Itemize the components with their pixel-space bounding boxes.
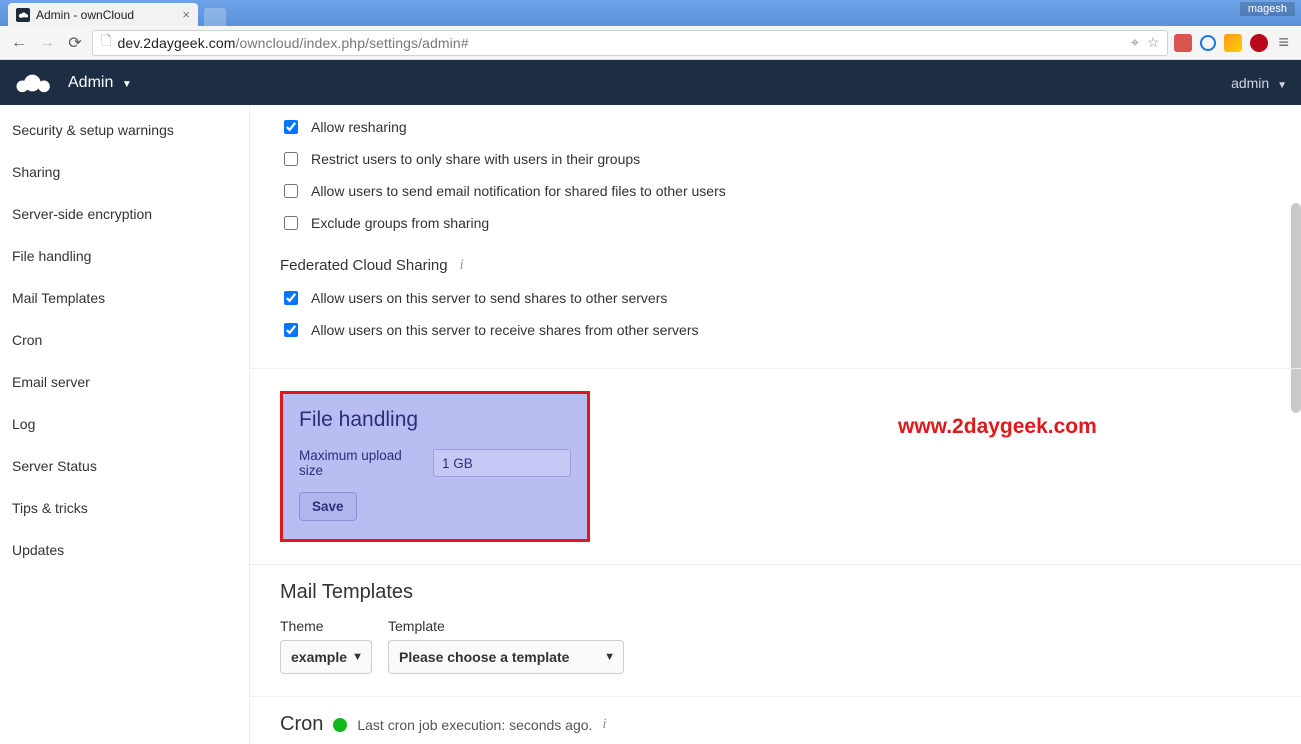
chevron-down-icon: ▼ [1277,80,1287,91]
chevron-down-icon: ▼ [352,651,363,663]
sidebar-item[interactable]: Server Status [0,445,249,487]
sidebar-item[interactable]: Log [0,403,249,445]
app-menu-button[interactable]: Admin ▼ [68,74,132,92]
checkbox-label: Restrict users to only share with users … [311,151,640,167]
user-name: admin [1231,75,1269,91]
forward-button[interactable]: → [36,32,58,54]
checkbox-row[interactable]: Restrict users to only share with users … [280,143,1271,175]
settings-sidebar: Security & setup warningsSharingServer-s… [0,105,250,744]
extension-icon-2[interactable] [1200,35,1216,51]
new-tab-button[interactable] [204,8,226,26]
checkbox-row[interactable]: Allow users on this server to send share… [280,282,1271,314]
tab-close-icon[interactable]: × [182,7,190,22]
status-dot-icon [333,718,347,732]
checkbox-label: Allow users on this server to send share… [311,290,667,306]
url-text: dev.2daygeek.com/owncloud/index.php/sett… [117,35,468,51]
theme-select[interactable]: example ▼ [280,640,372,674]
owncloud-header: Admin ▼ admin ▼ [0,60,1301,105]
extension-icon-3[interactable] [1224,34,1242,52]
back-button[interactable]: ← [8,32,30,54]
save-button[interactable]: Save [299,492,357,521]
checkbox-label: Exclude groups from sharing [311,215,489,231]
checkbox-row[interactable]: Allow users to send email notification f… [280,175,1271,207]
sidebar-item[interactable]: File handling [0,235,249,277]
checkbox[interactable] [284,323,298,337]
info-icon[interactable]: i [602,716,606,733]
max-upload-label: Maximum upload size [299,448,427,478]
user-menu-button[interactable]: admin ▼ [1231,75,1287,91]
sidebar-item[interactable]: Email server [0,361,249,403]
mail-templates-section: Mail Templates Theme example ▼ Template … [250,565,1301,697]
sidebar-item[interactable]: Updates [0,529,249,571]
checkbox-row[interactable]: Allow resharing [280,111,1271,143]
profile-badge[interactable]: magesh [1240,2,1295,16]
page-icon: 🗋 [101,32,111,54]
sidebar-item[interactable]: Tips & tricks [0,487,249,529]
owncloud-logo-icon[interactable] [14,72,54,94]
sidebar-item[interactable]: Mail Templates [0,277,249,319]
sidebar-item[interactable]: Security & setup warnings [0,109,249,151]
mail-templates-title: Mail Templates [280,581,1271,604]
checkbox[interactable] [284,184,298,198]
file-handling-section: File handling Maximum upload size Save w… [250,369,1301,565]
cron-status-text: Last cron job execution: seconds ago. [357,717,592,733]
extension-icons [1174,34,1268,52]
chevron-down-icon: ▼ [604,651,615,663]
checkbox[interactable] [284,120,298,134]
sidebar-item[interactable]: Cron [0,319,249,361]
theme-label: Theme [280,618,372,634]
checkbox-label: Allow users on this server to receive sh… [311,322,698,338]
sidebar-item[interactable]: Server-side encryption [0,193,249,235]
site-info-icon[interactable]: ⌖ [1131,34,1139,51]
tab-title: Admin - ownCloud [36,8,134,22]
checkbox[interactable] [284,216,298,230]
checkbox-row[interactable]: Exclude groups from sharing [280,207,1271,239]
info-icon[interactable]: i [460,257,464,274]
template-select[interactable]: Please choose a template ▼ [388,640,624,674]
extension-icon-1[interactable] [1174,34,1192,52]
settings-content: Allow resharing Restrict users to only sh… [250,105,1301,744]
extension-icon-pinterest[interactable] [1250,34,1268,52]
chevron-down-icon: ▼ [122,79,132,90]
checkbox-label: Allow resharing [311,119,407,135]
reload-button[interactable]: ⟳ [64,32,86,54]
theme-select-value: example [291,649,347,665]
sidebar-item[interactable]: Sharing [0,151,249,193]
file-handling-title: File handling [299,408,571,432]
bookmark-star-icon[interactable]: ☆ [1147,34,1160,51]
federated-sharing-heading: Federated Cloud Sharing i [280,257,1271,274]
checkbox-label: Allow users to send email notification f… [311,183,726,199]
checkbox-row[interactable]: Allow users on this server to receive sh… [280,314,1271,346]
watermark-text: www.2daygeek.com [898,415,1097,439]
cron-section: Cron Last cron job execution: seconds ag… [250,697,1301,744]
browser-tab-strip: Admin - ownCloud × magesh [0,0,1301,26]
app-title: Admin [68,74,113,91]
template-select-value: Please choose a template [399,649,569,665]
cron-title: Cron [280,713,323,736]
checkbox[interactable] [284,152,298,166]
max-upload-input[interactable] [433,449,571,477]
browser-tab-active[interactable]: Admin - ownCloud × [8,3,198,26]
file-handling-highlight: File handling Maximum upload size Save [280,391,590,542]
tab-favicon [16,8,30,22]
checkbox[interactable] [284,291,298,305]
sharing-section: Allow resharing Restrict users to only sh… [250,105,1301,369]
address-bar[interactable]: 🗋 dev.2daygeek.com/owncloud/index.php/se… [92,30,1168,56]
browser-toolbar: ← → ⟳ 🗋 dev.2daygeek.com/owncloud/index.… [0,26,1301,60]
template-label: Template [388,618,624,634]
chrome-menu-button[interactable]: ≡ [1274,32,1293,53]
